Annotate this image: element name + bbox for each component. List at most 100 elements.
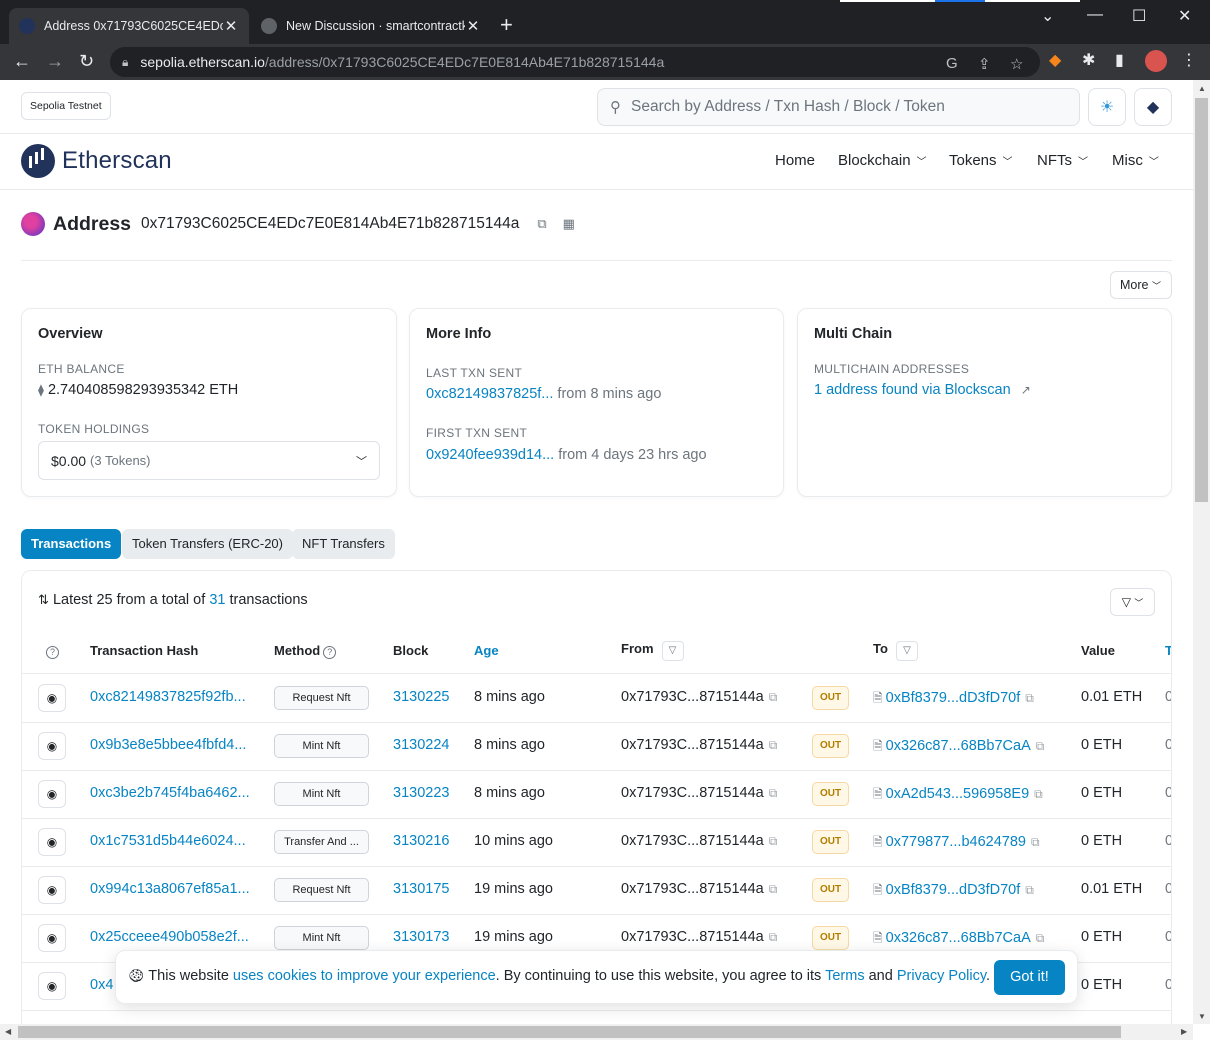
scroll-up-icon[interactable]: ▲ xyxy=(1198,84,1206,93)
copy-icon[interactable]: ⧉ xyxy=(769,834,778,848)
vertical-scrollbar[interactable]: ▲ ▼ xyxy=(1193,80,1210,1024)
network-switch-button[interactable]: ◆ xyxy=(1134,88,1172,126)
tab-search-icon[interactable]: ⌄ xyxy=(1041,6,1054,26)
from-address[interactable]: 0x71793C...8715144a ⧉ xyxy=(621,881,777,897)
last-txn-link[interactable]: 0xc82149837825f... xyxy=(426,386,553,402)
maximize-icon[interactable]: ☐ xyxy=(1132,6,1146,26)
multichain-value[interactable]: 1 address found via Blockscan ↗ xyxy=(814,382,1031,398)
th-age[interactable]: Age xyxy=(474,643,499,658)
bookmark-star-icon[interactable]: ☆ xyxy=(1010,55,1023,73)
copy-icon[interactable]: ⧉ xyxy=(1031,835,1040,849)
share-icon[interactable]: ⇪ xyxy=(978,55,991,73)
tab-nft-transfers[interactable]: NFT Transfers xyxy=(292,529,395,559)
from-address[interactable]: 0x71793C...8715144a ⧉ xyxy=(621,785,777,801)
scroll-down-icon[interactable]: ▼ xyxy=(1198,1012,1206,1021)
search-input[interactable]: ⚲ Search by Address / Txn Hash / Block /… xyxy=(597,88,1080,126)
copy-icon[interactable]: ⧉ xyxy=(769,930,778,944)
from-address[interactable]: 0x71793C...8715144a ⧉ xyxy=(621,833,777,849)
tab-transactions[interactable]: Transactions xyxy=(21,529,122,559)
network-badge[interactable]: Sepolia Testnet xyxy=(21,92,111,120)
extensions-icon[interactable]: ✱ xyxy=(1082,50,1095,70)
copy-icon[interactable]: ⧉ xyxy=(1034,787,1043,801)
nav-blockchain[interactable]: Blockchain ﹀ xyxy=(838,152,927,169)
scroll-left-icon[interactable]: ◀ xyxy=(5,1027,11,1036)
cookie-link[interactable]: uses cookies to improve your experience xyxy=(233,968,496,984)
google-icon[interactable]: G xyxy=(946,55,958,72)
browser-tab-github[interactable]: New Discussion · smartcontractki ✕ xyxy=(251,8,491,44)
copy-icon[interactable]: ⧉ xyxy=(769,690,778,704)
eye-icon[interactable]: ◉ xyxy=(38,828,66,856)
copy-icon[interactable]: ⧉ xyxy=(1025,691,1034,705)
chrome-menu-icon[interactable]: ⋮ xyxy=(1181,50,1197,70)
block-link[interactable]: 3130224 xyxy=(393,737,449,753)
from-address[interactable]: 0x71793C...8715144a ⧉ xyxy=(621,737,777,753)
copy-icon[interactable]: ⧉ xyxy=(537,216,546,232)
tx-hash-link[interactable]: 0x994c13a8067ef85a1... xyxy=(90,881,250,897)
eye-icon[interactable]: ◉ xyxy=(38,732,66,760)
scrollbar-thumb[interactable] xyxy=(1195,98,1208,502)
tx-hash-link[interactable]: 0x4 xyxy=(90,977,113,993)
eye-icon[interactable]: ◉ xyxy=(38,684,66,712)
forward-icon[interactable]: → xyxy=(46,51,64,71)
block-link[interactable]: 3130173 xyxy=(393,929,449,945)
help-icon[interactable]: ? xyxy=(46,643,59,659)
scroll-right-icon[interactable]: ▶ xyxy=(1181,1027,1187,1036)
nav-tokens[interactable]: Tokens ﹀ xyxy=(949,152,1013,169)
block-link[interactable]: 3130223 xyxy=(393,785,449,801)
copy-icon[interactable]: ⧉ xyxy=(769,738,778,752)
eye-icon[interactable]: ◉ xyxy=(38,780,66,808)
nav-misc[interactable]: Misc ﹀ xyxy=(1112,152,1159,169)
token-holdings-dropdown[interactable]: $0.00 (3 Tokens) ﹀ xyxy=(38,441,380,480)
filter-button[interactable]: ▽ ﹀ xyxy=(1110,588,1155,616)
tx-hash-link[interactable]: 0x25cceee490b058e2f... xyxy=(90,929,249,945)
tx-hash-link[interactable]: 0x1c7531d5b44e6024... xyxy=(90,833,246,849)
address-bar[interactable]: 🔒︎ sepolia.etherscan.io/address/0x71793C… xyxy=(110,47,1040,77)
eye-icon[interactable]: ◉ xyxy=(38,876,66,904)
block-link[interactable]: 3130216 xyxy=(393,833,449,849)
tx-hash-link[interactable]: 0x9b3e8e5bbee4fbfd4... xyxy=(90,737,246,753)
tx-hash-link[interactable]: 0xc3be2b745f4ba6462... xyxy=(90,785,250,801)
side-panel-icon[interactable]: ▮ xyxy=(1115,50,1124,70)
tab-token-transfers[interactable]: Token Transfers (ERC-20) xyxy=(122,529,293,559)
terms-link[interactable]: Terms xyxy=(825,968,864,984)
filter-icon[interactable]: ▽ xyxy=(661,641,684,661)
from-address[interactable]: 0x71793C...8715144a ⧉ xyxy=(621,689,777,705)
scrollbar-thumb[interactable] xyxy=(18,1026,1121,1038)
from-address[interactable]: 0x71793C...8715144a ⧉ xyxy=(621,929,777,945)
profile-avatar[interactable] xyxy=(1145,50,1167,72)
nav-home[interactable]: Home xyxy=(775,152,815,169)
copy-icon[interactable]: ⧉ xyxy=(1036,931,1045,945)
tx-hash-link[interactable]: 0xc82149837825f92fb... xyxy=(90,689,246,705)
to-address[interactable]: 🗎︎ 0xBf8379...dD3fD70f ⧉ xyxy=(873,881,1034,902)
to-address[interactable]: 🗎︎ 0xA2d543...596958E9 ⧉ xyxy=(873,785,1043,806)
theme-toggle-button[interactable]: ☀ xyxy=(1088,88,1126,126)
block-link[interactable]: 3130175 xyxy=(393,881,449,897)
close-tab-icon[interactable]: ✕ xyxy=(465,17,481,35)
copy-icon[interactable]: ⧉ xyxy=(1025,883,1034,897)
new-tab-button[interactable]: + xyxy=(500,14,513,36)
more-button[interactable]: More ﹀ xyxy=(1110,271,1172,299)
privacy-policy-link[interactable]: Privacy Policy xyxy=(897,968,986,984)
first-txn-link[interactable]: 0x9240fee939d14... xyxy=(426,447,554,463)
to-address[interactable]: 🗎︎ 0xBf8379...dD3fD70f ⧉ xyxy=(873,689,1034,710)
qr-code-icon[interactable]: ▦ xyxy=(563,216,575,232)
to-address[interactable]: 🗎︎ 0x326c87...68Bb7CaA ⧉ xyxy=(873,737,1044,758)
block-link[interactable]: 3130225 xyxy=(393,689,449,705)
back-icon[interactable]: ← xyxy=(13,51,31,71)
browser-tab-etherscan[interactable]: Address 0x71793C6025CE4EDc7E ✕ xyxy=(9,8,249,44)
etherscan-logo[interactable]: Etherscan xyxy=(21,144,172,178)
minimize-icon[interactable]: — xyxy=(1087,6,1103,24)
got-it-button[interactable]: Got it! xyxy=(994,960,1065,995)
close-window-icon[interactable]: ✕ xyxy=(1178,6,1191,26)
eye-icon[interactable]: ◉ xyxy=(38,924,66,952)
th-fee[interactable]: T xyxy=(1165,643,1171,658)
filter-icon[interactable]: ▽ xyxy=(895,641,918,661)
to-address[interactable]: 🗎︎ 0x779877...b4624789 ⧉ xyxy=(873,833,1040,854)
copy-icon[interactable]: ⧉ xyxy=(769,882,778,896)
copy-icon[interactable]: ⧉ xyxy=(1036,739,1045,753)
horizontal-scrollbar[interactable]: ◀ ▶ xyxy=(0,1024,1193,1040)
eye-icon[interactable]: ◉ xyxy=(38,972,66,1000)
reload-icon[interactable]: ↻ xyxy=(79,51,94,71)
metamask-icon[interactable]: ◆ xyxy=(1049,50,1061,70)
nav-nfts[interactable]: NFTs ﹀ xyxy=(1037,152,1088,169)
